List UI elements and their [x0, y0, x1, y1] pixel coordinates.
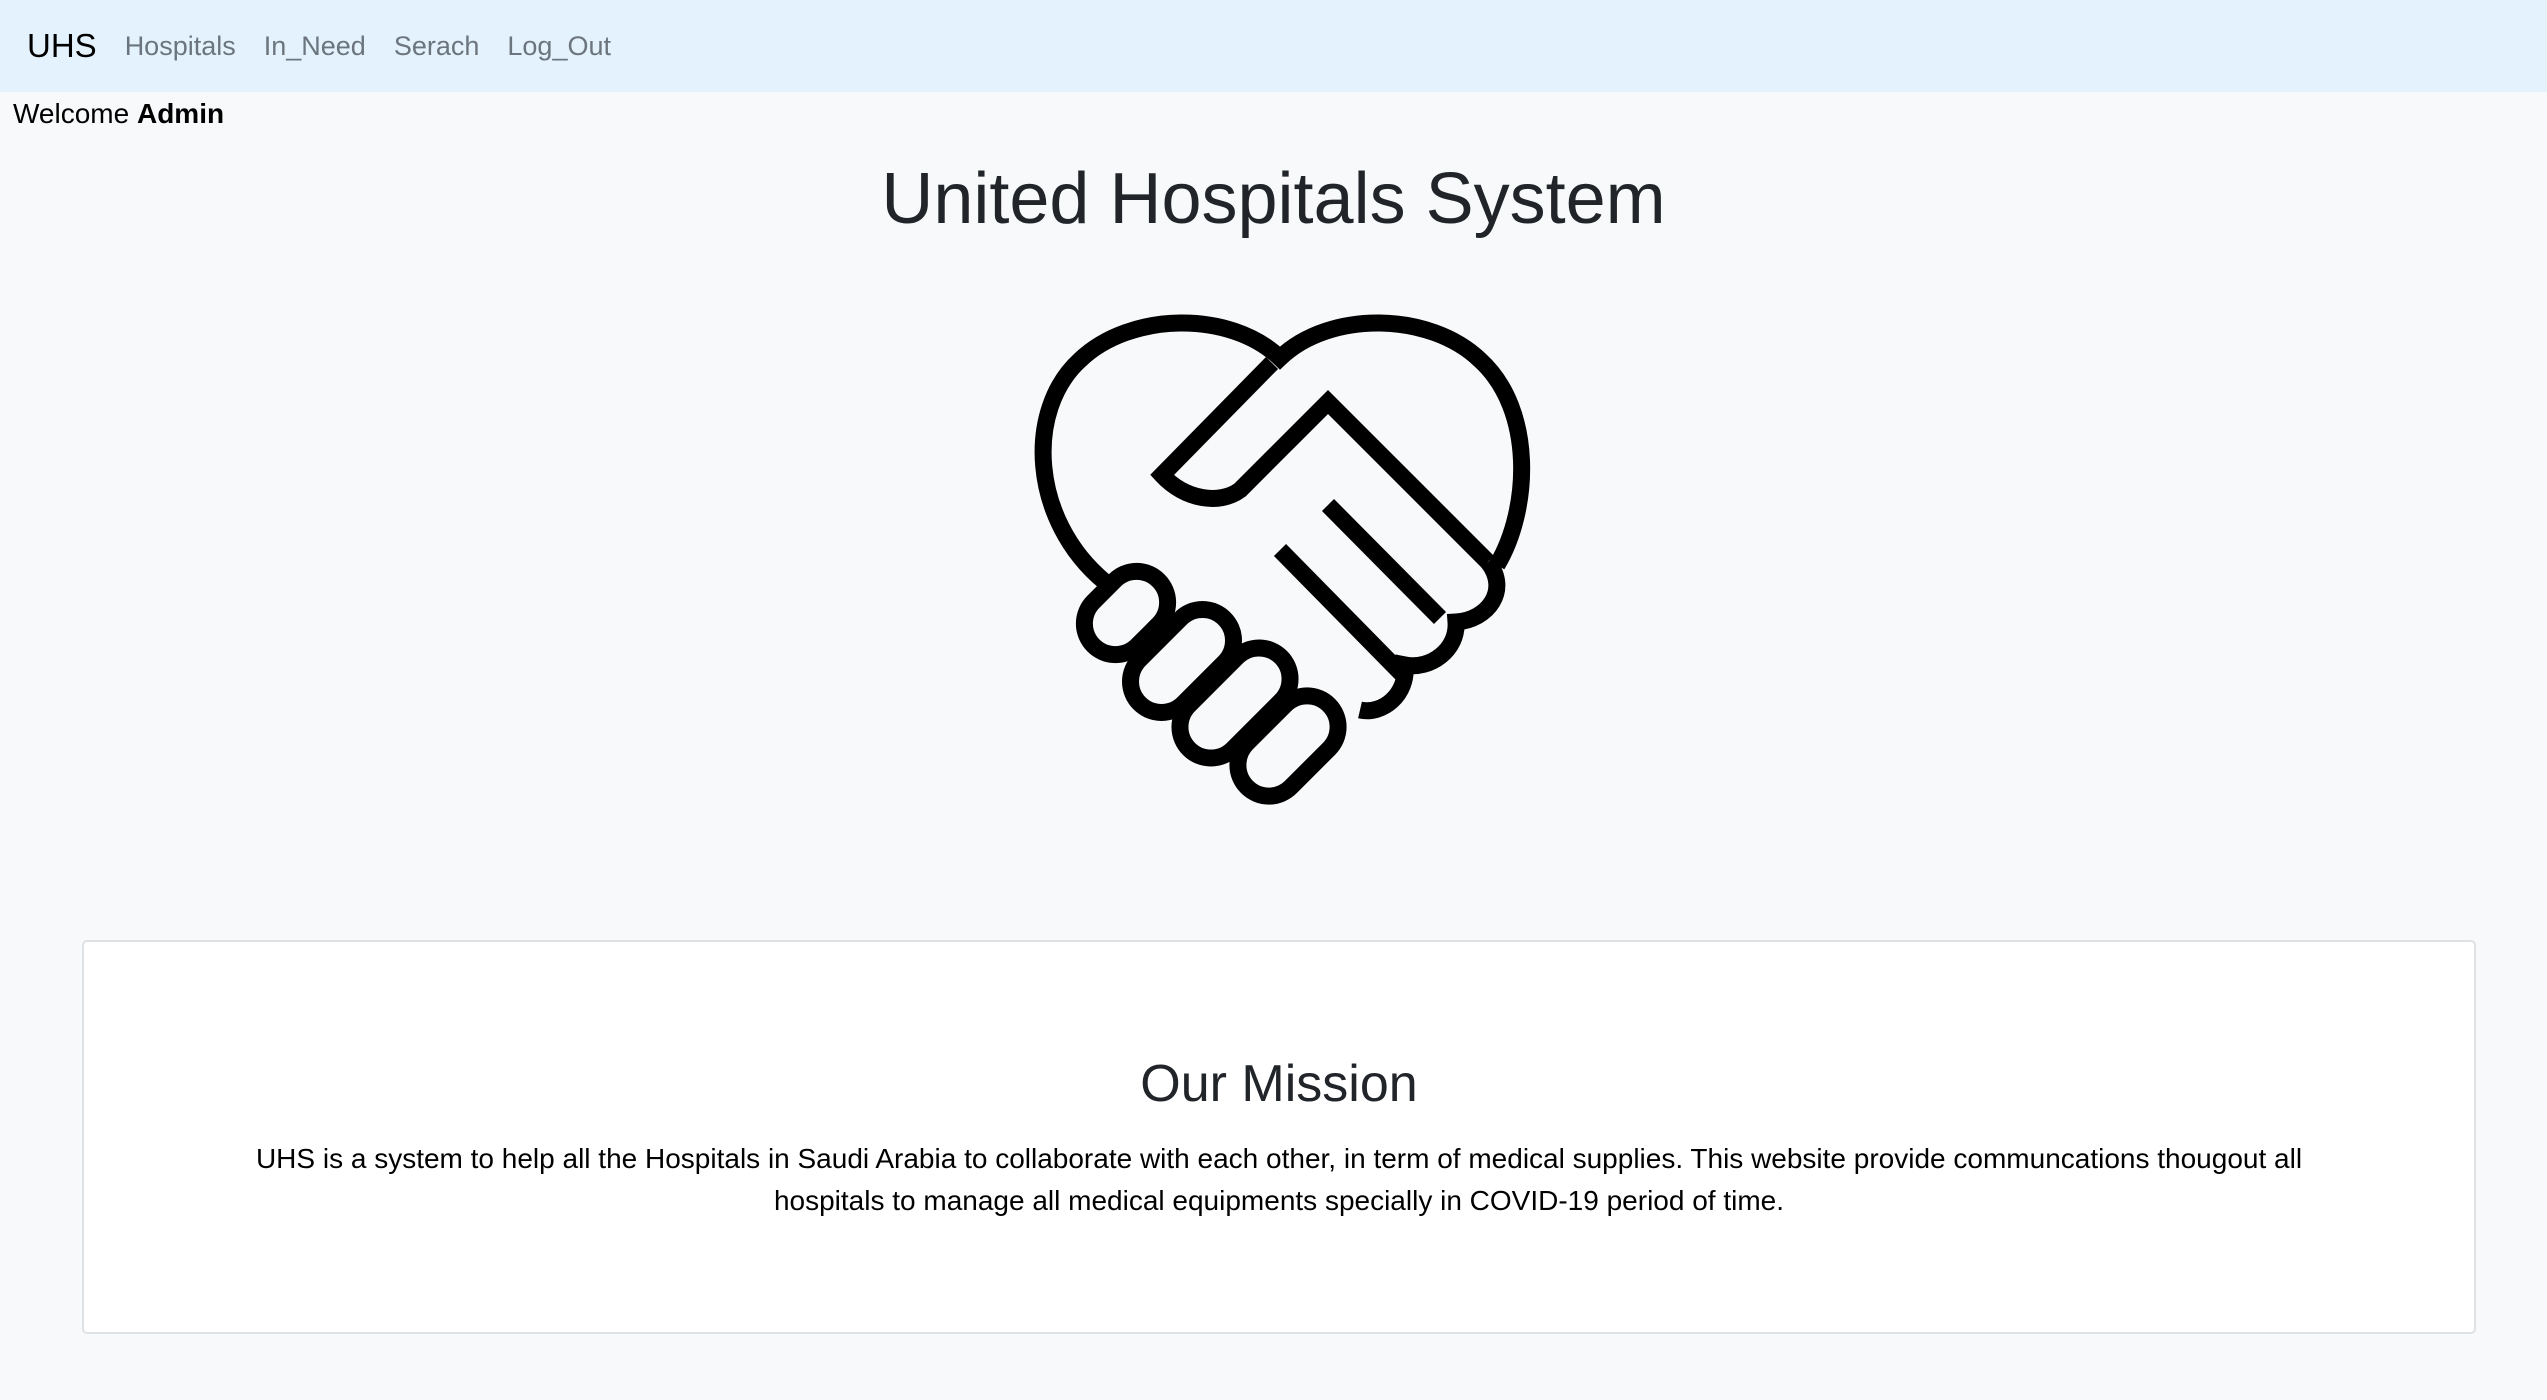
nav-link-hospitals[interactable]: Hospitals — [125, 31, 236, 62]
page-title: United Hospitals System — [881, 159, 1666, 239]
welcome-prefix: Welcome — [13, 98, 130, 129]
nav-link-in-need[interactable]: In_Need — [264, 31, 366, 62]
nav-link-log-out[interactable]: Log_Out — [507, 31, 611, 62]
welcome-username: Admin — [136, 98, 225, 129]
nav-links: Hospitals In_Need Serach Log_Out — [125, 31, 639, 62]
welcome-message: Welcome Admin — [13, 98, 224, 130]
mission-text: UHS is a system to help all the Hospital… — [255, 1143, 2303, 1216]
heart-handshake-icon — [1034, 314, 1531, 805]
brand-link[interactable]: UHS — [27, 27, 97, 65]
navbar: UHS Hospitals In_Need Serach Log_Out — [0, 0, 2547, 92]
mission-card: Our Mission UHS is a system to help all … — [82, 940, 2476, 1334]
mission-heading: Our Mission — [1140, 1055, 1418, 1113]
nav-link-search[interactable]: Serach — [394, 31, 480, 62]
